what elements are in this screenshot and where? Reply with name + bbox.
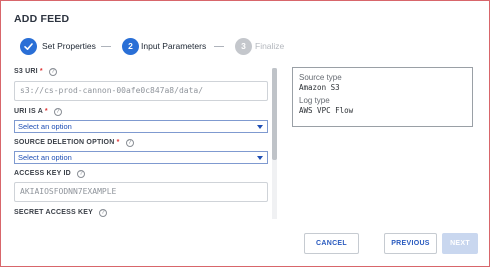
step-1-circle (20, 38, 37, 55)
previous-button[interactable]: PREVIOUS (384, 233, 437, 254)
source-deletion-selected: Select an option (18, 153, 72, 162)
step-2-label[interactable]: Input Parameters (141, 41, 206, 51)
s3-uri-input[interactable]: s3://cs-prod-cannon-00afe0c847a8/data/ (14, 81, 268, 101)
next-button[interactable]: NEXT (442, 233, 478, 254)
add-feed-dialog: ADD FEED Set Properties 2 Input Paramete… (0, 0, 490, 267)
source-type-value: Amazon S3 (299, 83, 340, 92)
help-circle-icon[interactable]: ? (125, 139, 134, 147)
s3-uri-label: S3 URI * ? (14, 68, 58, 76)
feed-info-panel: Source type Amazon S3 Log type AWS VPC F… (292, 67, 473, 127)
stepper: Set Properties 2 Input Parameters 3 Fina… (20, 38, 320, 56)
uri-type-selected: Select an option (18, 122, 72, 131)
uri-type-select[interactable]: Select an option (14, 120, 268, 133)
source-type-label: Source type (299, 73, 342, 82)
step-connector-2 (214, 46, 224, 47)
cancel-button[interactable]: CANCEL (304, 233, 359, 254)
log-type-label: Log type (299, 96, 330, 105)
access-key-label: ACCESS KEY ID ? (14, 170, 86, 178)
help-circle-icon[interactable]: ? (77, 170, 86, 178)
step-3-label[interactable]: Finalize (255, 41, 284, 51)
step-1-label[interactable]: Set Properties (42, 41, 96, 51)
secret-key-label: SECRET ACCESS KEY ? (14, 209, 108, 217)
scroll-thumb[interactable] (272, 68, 277, 160)
help-circle-icon[interactable]: ? (49, 68, 58, 76)
access-key-input[interactable]: AKIAIOSFODNN7EXAMPLE (14, 182, 268, 202)
form-scrollbar[interactable] (272, 68, 277, 219)
form-panel: S3 URI * ? s3://cs-prod-cannon-00afe0c84… (14, 68, 268, 219)
step-2-circle: 2 (122, 38, 139, 55)
caret-down-icon (257, 156, 263, 160)
step-connector-1 (101, 46, 111, 47)
caret-down-icon (257, 125, 263, 129)
help-circle-icon[interactable]: ? (53, 108, 62, 116)
help-circle-icon[interactable]: ? (99, 209, 108, 217)
dialog-title: ADD FEED (14, 13, 70, 25)
uri-is-a-label: URI IS A * ? (14, 108, 62, 116)
step-3-circle: 3 (235, 38, 252, 55)
source-deletion-label: SOURCE DELETION OPTION * ? (14, 139, 134, 147)
check-icon (24, 43, 33, 50)
log-type-value: AWS VPC Flow (299, 106, 354, 115)
source-deletion-select[interactable]: Select an option (14, 151, 268, 164)
